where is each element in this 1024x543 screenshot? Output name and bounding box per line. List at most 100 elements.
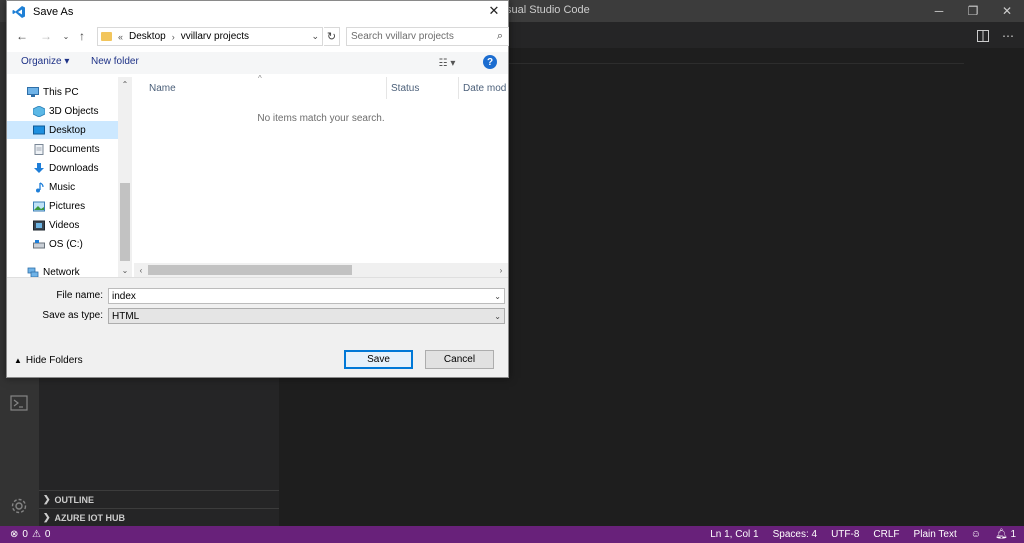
tree-item-label: This PC [43, 86, 79, 98]
close-icon[interactable]: ✕ [484, 2, 504, 20]
scrollbar-thumb[interactable] [148, 265, 352, 275]
refresh-button[interactable]: ↻ [324, 27, 340, 46]
breadcrumb-desktop[interactable]: Desktop [129, 31, 166, 42]
encoding[interactable]: UTF-8 [831, 529, 859, 540]
music-icon [36, 181, 44, 192]
hide-folders-button[interactable]: ▲ Hide Folders [14, 355, 83, 366]
desktop-icon [33, 125, 45, 134]
file-list-scrollbar[interactable]: ‹ › [134, 263, 508, 277]
overflow-indicator[interactable]: « [118, 32, 123, 42]
tree-item-this-pc[interactable]: This PC [7, 83, 118, 101]
tree-item-downloads[interactable]: Downloads [7, 159, 118, 177]
chevron-right-icon[interactable]: › [172, 32, 175, 42]
search-icon[interactable]: ⌕ [497, 30, 503, 43]
minimize-button[interactable]: ─ [922, 0, 956, 22]
change-view-button[interactable]: ☷ ▾ [435, 55, 459, 71]
search-input[interactable] [347, 29, 487, 44]
outline-section[interactable]: ❯ OUTLINE [39, 490, 279, 508]
feedback-smiley-icon[interactable]: ☺ [971, 529, 981, 540]
bell-icon: 🔔︎ [994, 529, 1008, 540]
editor-ruler [508, 63, 964, 64]
azure-iot-hub-section[interactable]: ❯ AZURE IOT HUB [39, 508, 279, 526]
scrollbar-thumb[interactable] [120, 183, 130, 261]
computer-icon [27, 86, 39, 97]
organize-button[interactable]: Organize ▾ [21, 56, 69, 67]
forward-button[interactable]: → [37, 27, 55, 45]
notifications-bell[interactable]: 🔔︎ 1 [995, 529, 1016, 540]
tree-item-label: Network [43, 266, 80, 278]
chevron-down-icon[interactable]: ⌄ [494, 312, 501, 321]
problems-indicator[interactable]: ⊗ 0 ⚠ 0 [0, 529, 50, 540]
warning-count: 0 [44, 529, 51, 540]
drive-icon [33, 239, 45, 248]
column-divider[interactable] [458, 77, 459, 99]
save-as-type-select[interactable]: HTML ⌄ [108, 308, 505, 324]
download-icon [34, 162, 44, 173]
language-mode[interactable]: Plain Text [914, 529, 957, 540]
tree-item-label: Videos [49, 219, 80, 231]
navigation-bar: ← → ⌄ ↑ « Desktop › vvillarv projects ⌄ … [7, 25, 509, 49]
close-window-button[interactable]: ✕ [990, 0, 1024, 22]
navigation-scrollbar[interactable]: ⌃ ⌄ [118, 77, 132, 277]
cancel-button[interactable]: Cancel [425, 350, 494, 369]
file-name-field[interactable]: ⌄ [108, 288, 505, 304]
network-icon [27, 267, 39, 277]
column-header-name[interactable]: Name [149, 83, 176, 94]
chevron-up-icon: ▲ [14, 356, 22, 365]
tree-item-network[interactable]: Network [7, 263, 118, 277]
column-header-status[interactable]: Status [391, 83, 419, 94]
tree-item-label: Desktop [49, 124, 86, 136]
tree-item-label: Music [49, 181, 76, 193]
chevron-down-icon[interactable]: ⌄ [120, 265, 130, 275]
section-label: AZURE IOT HUB [54, 512, 126, 523]
error-icon: ⊗ [10, 529, 19, 540]
help-icon[interactable]: ? [483, 55, 497, 69]
address-bar[interactable]: « Desktop › vvillarv projects ⌄ [97, 27, 323, 46]
hide-folders-label: Hide Folders [25, 355, 83, 366]
save-button[interactable]: Save [344, 350, 413, 369]
folder-icon [101, 32, 112, 41]
tree-item-os-c[interactable]: OS (C:) [7, 235, 118, 253]
notification-count: 1 [1010, 529, 1016, 540]
terminal-icon[interactable] [7, 391, 31, 415]
indentation[interactable]: Spaces: 4 [773, 529, 817, 540]
line-ending[interactable]: CRLF [873, 529, 899, 540]
warning-icon: ⚠ [31, 529, 41, 540]
tree-item-desktop[interactable]: Desktop [7, 121, 118, 139]
cursor-position[interactable]: Ln 1, Col 1 [710, 529, 758, 540]
chevron-right-icon[interactable]: › [496, 265, 506, 275]
tree-item-label: Downloads [49, 162, 99, 174]
tree-item-label: OS (C:) [49, 238, 83, 250]
chevron-down-icon[interactable]: ⌄ [494, 292, 501, 301]
new-folder-button[interactable]: New folder [91, 56, 139, 67]
breadcrumb-current-folder[interactable]: vvillarv projects [181, 31, 249, 42]
back-button[interactable]: ← [13, 27, 31, 45]
dialog-titlebar[interactable]: Save As ✕ [7, 1, 508, 22]
split-editor-icon[interactable] [975, 28, 991, 44]
gear-icon[interactable] [7, 494, 31, 518]
tree-item-label: Documents [49, 143, 100, 155]
sort-caret-icon: ^ [258, 74, 262, 83]
status-bar: ⊗ 0 ⚠ 0 Ln 1, Col 1 Spaces: 4 UTF-8 CRLF… [0, 526, 1024, 543]
restore-button[interactable]: ❐ [956, 0, 990, 22]
chevron-down-icon[interactable]: ⌄ [311, 31, 319, 42]
chevron-up-icon[interactable]: ⌃ [120, 79, 130, 89]
vscode-logo-icon [12, 5, 25, 18]
column-header-date-modified[interactable]: Date modifi [463, 83, 507, 94]
up-button[interactable]: ↑ [73, 27, 91, 45]
more-actions-icon[interactable]: ⋯ [1000, 28, 1016, 44]
save-as-type-label: Save as type: [42, 310, 103, 321]
file-name-label: File name: [56, 290, 103, 301]
tree-item-3d-objects[interactable]: 3D Objects [7, 102, 118, 120]
pictures-icon [33, 201, 45, 211]
tree-item-label: Pictures [49, 200, 86, 212]
chevron-left-icon[interactable]: ‹ [136, 265, 146, 275]
column-divider[interactable] [386, 77, 387, 99]
tree-item-pictures[interactable]: Pictures [7, 197, 118, 215]
tree-item-documents[interactable]: Documents [7, 140, 118, 158]
search-box[interactable]: ⌕ [346, 27, 509, 46]
tree-item-music[interactable]: Music [7, 178, 118, 196]
chevron-right-icon: ❯ [43, 512, 51, 522]
tree-item-videos[interactable]: Videos [7, 216, 118, 234]
file-name-input[interactable] [109, 289, 479, 303]
